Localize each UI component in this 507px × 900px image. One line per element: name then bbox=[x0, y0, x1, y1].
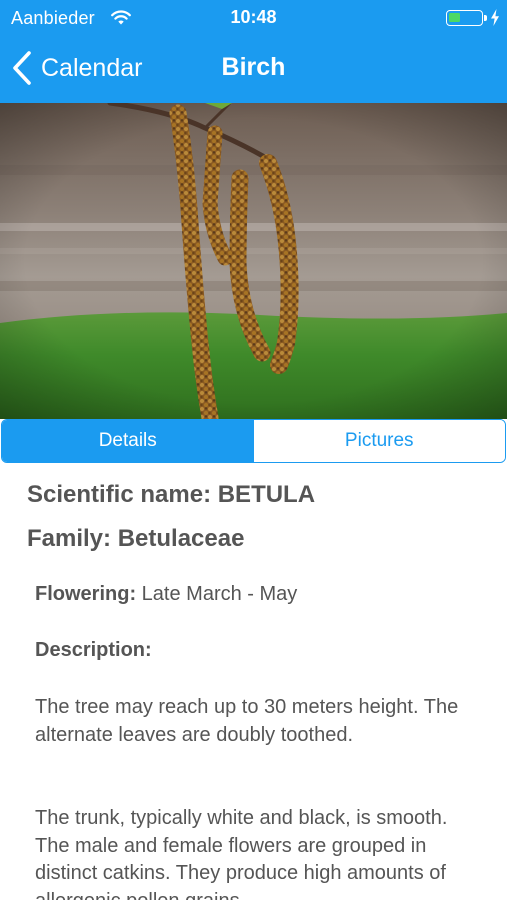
tab-segmented-control: Details Pictures bbox=[1, 419, 506, 463]
scientific-name: Scientific name: BETULA bbox=[27, 481, 316, 508]
tab-details[interactable]: Details bbox=[2, 420, 254, 462]
description-paragraph: The trunk, typically white and black, is… bbox=[35, 807, 448, 900]
family-name: Family: Betulaceae bbox=[27, 525, 245, 552]
navigation-bar: Calendar Birch bbox=[0, 36, 507, 103]
charging-bolt-icon bbox=[491, 9, 499, 26]
battery-icon bbox=[446, 10, 483, 26]
page-title: Birch bbox=[221, 53, 286, 81]
status-time: 10:48 bbox=[230, 7, 277, 27]
battery-cap bbox=[484, 15, 487, 21]
tab-pictures[interactable]: Pictures bbox=[253, 420, 505, 462]
battery-level-fill bbox=[449, 13, 460, 22]
flowering-label: Flowering: bbox=[35, 583, 137, 605]
flowering-value: Late March - May bbox=[141, 583, 298, 605]
status-bar: Aanbieder 10:48 bbox=[0, 0, 507, 36]
hero-image bbox=[0, 103, 507, 419]
flowering-row: Flowering: Late March - May bbox=[35, 583, 297, 606]
description-heading: Description: bbox=[35, 639, 152, 661]
description-paragraph: The tree may reach up to 30 meters heigh… bbox=[35, 696, 459, 746]
header: Aanbieder 10:48 Calendar Birch bbox=[0, 0, 507, 103]
birch-catkins-photo bbox=[0, 103, 507, 419]
